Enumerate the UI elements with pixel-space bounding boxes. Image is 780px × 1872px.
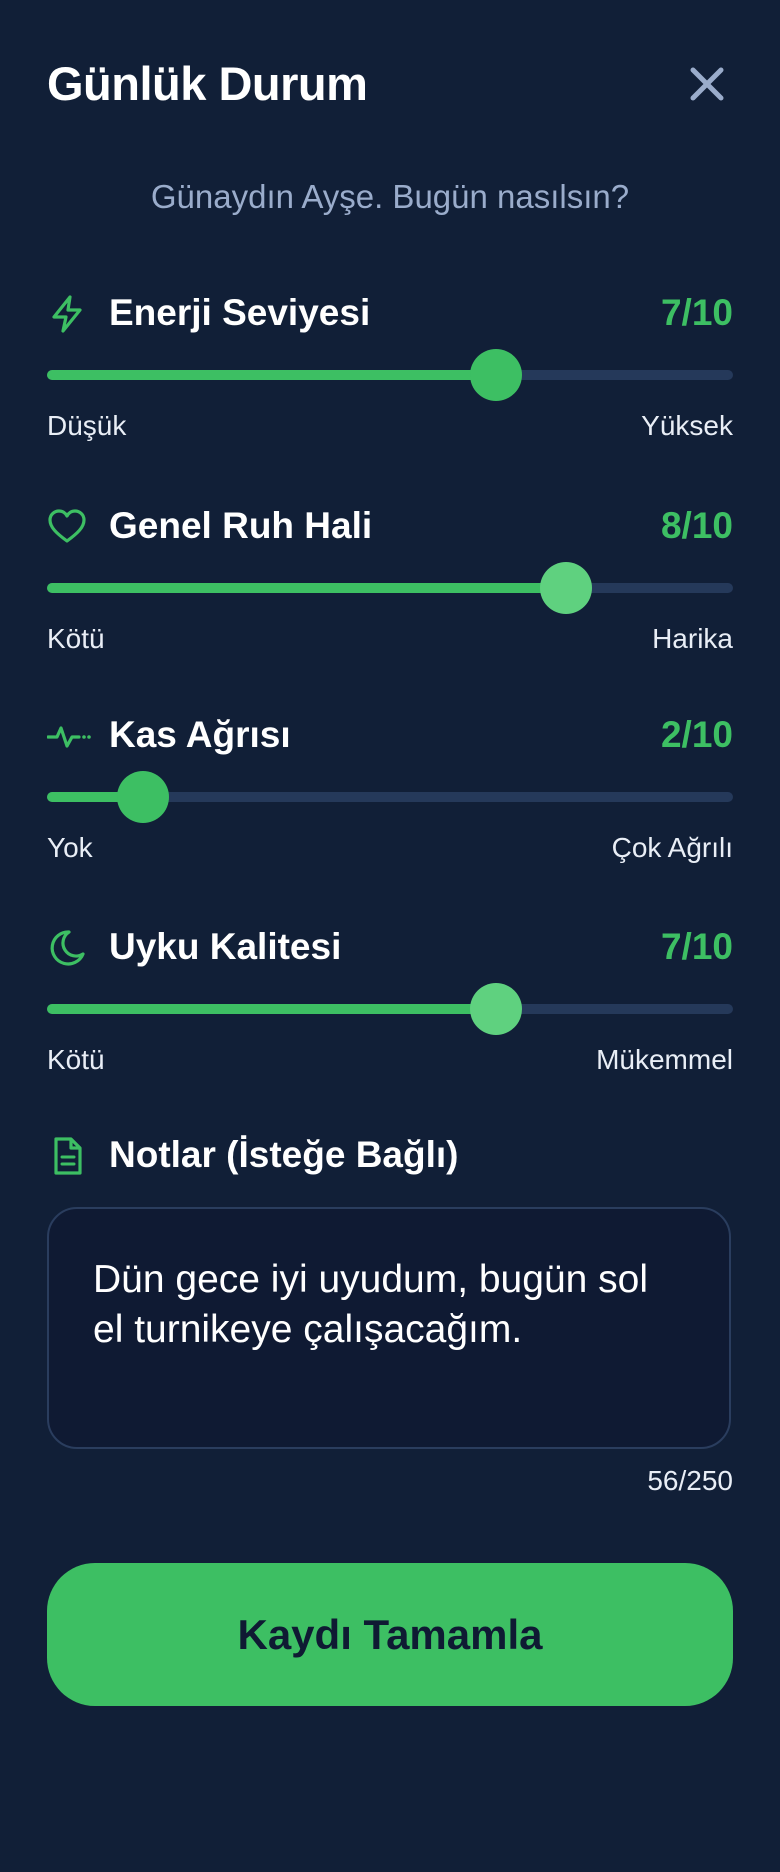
metric-label: Genel Ruh Hali	[109, 505, 373, 546]
heart-icon	[47, 507, 87, 547]
document-icon	[47, 1136, 87, 1176]
pulse-icon	[47, 716, 91, 756]
close-button[interactable]	[685, 62, 729, 106]
range-high-label: Harika	[652, 623, 733, 654]
metric-mood: Genel Ruh Hali 8/10 Kötü Harika	[47, 501, 733, 671]
slider-thumb[interactable]	[540, 562, 593, 614]
metric-muscle-pain: Kas Ağrısı 2/10 Yok Çok Ağrılı	[47, 710, 733, 880]
metric-sleep-quality: Uyku Kalitesi 7/10 Kötü Mükemmel	[47, 922, 733, 1092]
metric-header: Uyku Kalitesi 7/10	[47, 922, 733, 976]
mood-slider[interactable]	[47, 561, 733, 615]
char-counter: 56/250	[647, 1465, 733, 1496]
metric-value: 2/10	[660, 714, 733, 755]
metric-value: 7/10	[660, 926, 733, 967]
notes-header: Notlar (İsteğe Bağlı)	[47, 1130, 733, 1184]
notes-textarea[interactable]: Dün gece iyi uyudum, bugün sol el turnik…	[47, 1207, 731, 1449]
daily-status-screen: Günlük Durum Günaydın Ayşe. Bugün nasıls…	[0, 0, 780, 1872]
range-low-label: Kötü	[47, 1044, 105, 1075]
metric-label: Kas Ağrısı	[109, 714, 291, 755]
range-low-label: Yok	[47, 832, 93, 863]
page-title: Günlük Durum	[47, 57, 368, 110]
metric-header: Genel Ruh Hali 8/10	[47, 501, 733, 555]
range-low-label: Düşük	[47, 410, 127, 441]
range-high-label: Mükemmel	[596, 1044, 733, 1075]
range-high-label: Yüksek	[641, 410, 733, 441]
metric-label: Uyku Kalitesi	[109, 926, 342, 967]
metric-label: Enerji Seviyesi	[109, 292, 371, 333]
greeting-text: Günaydın Ayşe. Bugün nasılsın?	[150, 178, 630, 215]
lightning-icon	[47, 294, 87, 334]
range-low-label: Kötü	[47, 623, 105, 654]
slider-fill	[47, 1004, 496, 1014]
complete-record-button[interactable]: Kaydı Tamamla	[47, 1563, 733, 1706]
slider-fill	[47, 370, 496, 380]
slider-thumb[interactable]	[469, 983, 522, 1035]
header: Günlük Durum	[47, 50, 733, 120]
close-icon	[690, 67, 724, 101]
metric-header: Kas Ağrısı 2/10	[47, 710, 733, 764]
slider-fill	[47, 583, 567, 593]
moon-icon	[47, 928, 87, 968]
notes-label: Notlar (İsteğe Bağlı)	[109, 1134, 459, 1175]
metric-header: Enerji Seviyesi 7/10	[47, 288, 733, 342]
energy-slider[interactable]	[47, 348, 733, 402]
range-high-label: Çok Ağrılı	[611, 832, 733, 863]
slider-thumb[interactable]	[117, 771, 170, 823]
metric-energy: Enerji Seviyesi 7/10 Düşük Yüksek	[47, 288, 733, 458]
muscle-pain-slider[interactable]	[47, 770, 733, 824]
notes-text: Dün gece iyi uyudum, bugün sol el turnik…	[93, 1258, 649, 1351]
slider-thumb[interactable]	[469, 349, 522, 401]
metric-value: 8/10	[660, 505, 733, 546]
metric-value: 7/10	[660, 292, 733, 333]
sleep-quality-slider[interactable]	[47, 982, 733, 1036]
